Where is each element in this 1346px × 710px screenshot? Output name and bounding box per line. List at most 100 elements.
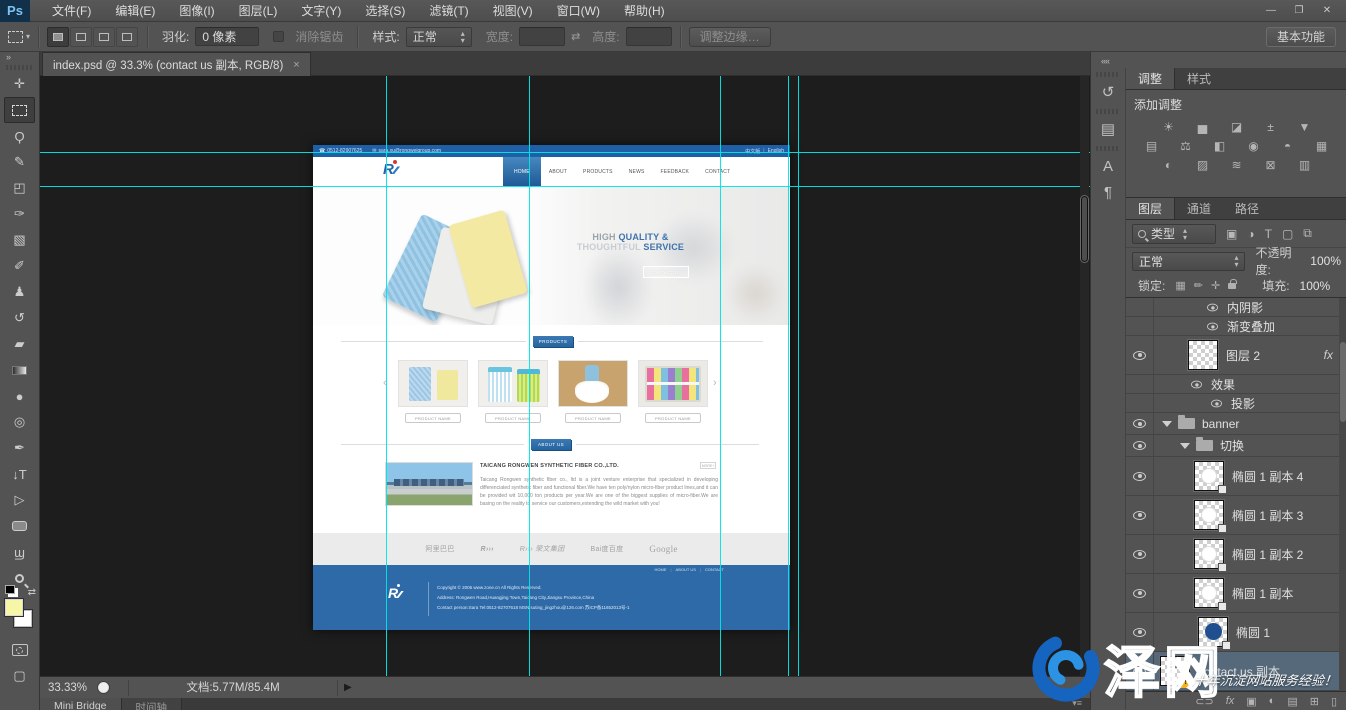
eye-icon[interactable] xyxy=(1133,511,1146,520)
layer-style-icon[interactable]: fx xyxy=(1226,695,1235,707)
move-tool[interactable]: ✛ xyxy=(0,71,39,97)
rounded-rectangle-tool[interactable] xyxy=(0,513,39,539)
new-group-icon[interactable]: ▤ xyxy=(1287,695,1297,708)
restore-button[interactable]: ❐ xyxy=(1292,5,1306,16)
rectangular-marquee-tool[interactable] xyxy=(4,97,35,123)
eye-icon[interactable] xyxy=(1133,351,1146,360)
filter-smart-objects-icon[interactable]: ⧉ xyxy=(1303,226,1312,241)
gradient-tool[interactable] xyxy=(0,357,39,383)
layer-effect-gradient-overlay[interactable]: 渐变叠加 xyxy=(1126,317,1346,336)
history-panel-icon[interactable]: ↺ xyxy=(1091,79,1125,105)
layer-thumbnail[interactable] xyxy=(1194,539,1224,569)
layer-row-ellipse-1[interactable]: 椭圆 1 xyxy=(1126,613,1346,652)
product-image[interactable] xyxy=(478,360,548,407)
layer-row-ellipse-copy-2[interactable]: 椭圆 1 副本 2 xyxy=(1126,535,1346,574)
layers-scrollbar[interactable] xyxy=(1339,298,1346,691)
layer-thumbnail[interactable] xyxy=(1198,617,1228,647)
foreground-color-swatch[interactable] xyxy=(5,599,23,616)
quick-selection-tool[interactable]: ✎ xyxy=(0,149,39,175)
menu-filter[interactable]: 滤镜(T) xyxy=(417,0,480,22)
menu-file[interactable]: 文件(F) xyxy=(40,0,103,22)
about-more-button[interactable]: MORE+ xyxy=(700,462,716,469)
product-name-button[interactable]: PRODUCT NAME xyxy=(645,413,701,423)
black-white-icon[interactable]: ◧ xyxy=(1210,138,1230,153)
eye-icon[interactable] xyxy=(1133,628,1146,637)
character-panel-icon[interactable]: A xyxy=(1091,153,1125,179)
hand-tool[interactable]: ϣ xyxy=(0,539,39,565)
product-name-button[interactable]: PRODUCT NAME xyxy=(565,413,621,423)
layer-thumbnail[interactable] xyxy=(1194,461,1224,491)
lasso-tool[interactable]: Ϙ xyxy=(0,123,39,149)
layer-row-ellipse-copy[interactable]: 椭圆 1 副本 xyxy=(1126,574,1346,613)
link-dimensions-icon[interactable]: ⇄ xyxy=(571,30,580,43)
lock-position-icon[interactable]: ✛ xyxy=(1211,279,1220,292)
eye-icon[interactable] xyxy=(1133,472,1146,481)
dodge-tool[interactable]: ◎ xyxy=(0,409,39,435)
product-image[interactable] xyxy=(638,360,708,407)
footer-nav-home[interactable]: HOME xyxy=(654,567,666,572)
eye-icon[interactable] xyxy=(1211,399,1222,407)
layer-row-layer-2[interactable]: 图层 2 fx xyxy=(1126,336,1346,375)
layer-row-contact-us-copy[interactable]: T contact us 副本 xyxy=(1126,652,1346,691)
menu-layer[interactable]: 图层(L) xyxy=(227,0,290,22)
link-layers-icon[interactable]: ⊂⊃ xyxy=(1195,695,1213,708)
eye-icon[interactable] xyxy=(1133,441,1146,450)
layer-thumbnail[interactable]: T xyxy=(1160,656,1190,686)
filter-shape-layers-icon[interactable]: ▢ xyxy=(1282,227,1293,241)
layer-effect-inner-shadow[interactable]: 内阴影 xyxy=(1126,298,1346,317)
workspace-switcher-button[interactable]: 基本功能 xyxy=(1266,27,1336,47)
properties-panel-icon[interactable]: ▤ xyxy=(1091,116,1125,142)
vibrance-icon[interactable]: ▼ xyxy=(1295,119,1315,134)
partner-logo-alibaba[interactable]: 阿里巴巴 xyxy=(425,544,454,554)
eye-icon[interactable] xyxy=(1133,550,1146,559)
channel-mixer-icon[interactable]: ◓ xyxy=(1278,138,1298,153)
layer-effect-drop-shadow[interactable]: 投影 xyxy=(1126,394,1346,413)
partner-logo-rongwei[interactable]: R››› xyxy=(481,546,494,553)
product-name-button[interactable]: PRODUCT NAME xyxy=(405,413,461,423)
posterize-icon[interactable]: ▨ xyxy=(1193,157,1213,172)
layer-row-ellipse-copy-3[interactable]: 椭圆 1 副本 3 xyxy=(1126,496,1346,535)
selection-mode-add[interactable] xyxy=(70,27,92,47)
screen-mode-button[interactable]: ▢ xyxy=(0,663,39,689)
curves-icon[interactable]: ◪ xyxy=(1227,119,1247,134)
tab-styles[interactable]: 样式 xyxy=(1175,68,1223,89)
hue-saturation-icon[interactable]: ▤ xyxy=(1142,138,1162,153)
brightness-contrast-icon[interactable]: ☀ xyxy=(1159,119,1179,134)
filter-type-layers-icon[interactable]: T xyxy=(1265,227,1272,241)
partner-logo-google[interactable]: Google xyxy=(649,544,677,554)
tab-channels[interactable]: 通道 xyxy=(1175,198,1223,219)
site-nav-products[interactable]: PRODUCTS xyxy=(575,157,621,186)
footer-nav-contact[interactable]: CONTACT xyxy=(705,567,724,572)
crop-tool[interactable]: ◰ xyxy=(0,175,39,201)
banner-contact-us-button[interactable]: CONTACT US xyxy=(643,266,689,278)
eye-icon[interactable] xyxy=(1207,303,1218,311)
eraser-tool[interactable]: ▰ xyxy=(0,331,39,357)
menu-edit[interactable]: 编辑(E) xyxy=(103,0,167,22)
clone-stamp-tool[interactable]: ♟ xyxy=(0,279,39,305)
tool-preset-picker[interactable]: ▾ xyxy=(8,31,30,43)
new-layer-icon[interactable]: ⊞ xyxy=(1310,695,1319,708)
selective-color-icon[interactable]: ▥ xyxy=(1295,157,1315,172)
tab-paths[interactable]: 路径 xyxy=(1223,198,1271,219)
quick-mask-button[interactable] xyxy=(0,637,39,663)
scrollbar-thumb[interactable] xyxy=(1340,342,1346,422)
group-row-switch[interactable]: 切换 xyxy=(1126,435,1346,457)
fx-badge[interactable]: fx xyxy=(1324,348,1333,362)
width-input[interactable] xyxy=(519,27,565,46)
antialias-checkbox[interactable] xyxy=(273,31,284,42)
menu-image[interactable]: 图像(I) xyxy=(167,0,226,22)
toolbar-collapse-icon[interactable]: » xyxy=(0,52,39,64)
lock-all-icon[interactable] xyxy=(1228,283,1236,289)
document-tab[interactable]: index.psd @ 33.3% (contact us 副本, RGB/8)… xyxy=(42,52,311,76)
panel-menu-icon[interactable]: ▾≡ xyxy=(1072,698,1082,710)
tab-mini-bridge[interactable]: Mini Bridge xyxy=(40,698,122,710)
site-nav-feedback[interactable]: FEEDBACK xyxy=(653,157,698,186)
menu-view[interactable]: 视图(V) xyxy=(481,0,545,22)
pen-tool[interactable]: ✒ xyxy=(0,435,39,461)
threshold-icon[interactable]: ≋ xyxy=(1227,157,1247,172)
canvas-scrollbar[interactable] xyxy=(1080,76,1089,676)
delete-layer-icon[interactable]: ▯ xyxy=(1331,695,1337,708)
scrollbar-thumb[interactable] xyxy=(1081,196,1088,262)
filter-adjustment-layers-icon[interactable]: ◑ xyxy=(1247,227,1254,241)
footer-nav-about[interactable]: ABOUT US xyxy=(676,567,696,572)
